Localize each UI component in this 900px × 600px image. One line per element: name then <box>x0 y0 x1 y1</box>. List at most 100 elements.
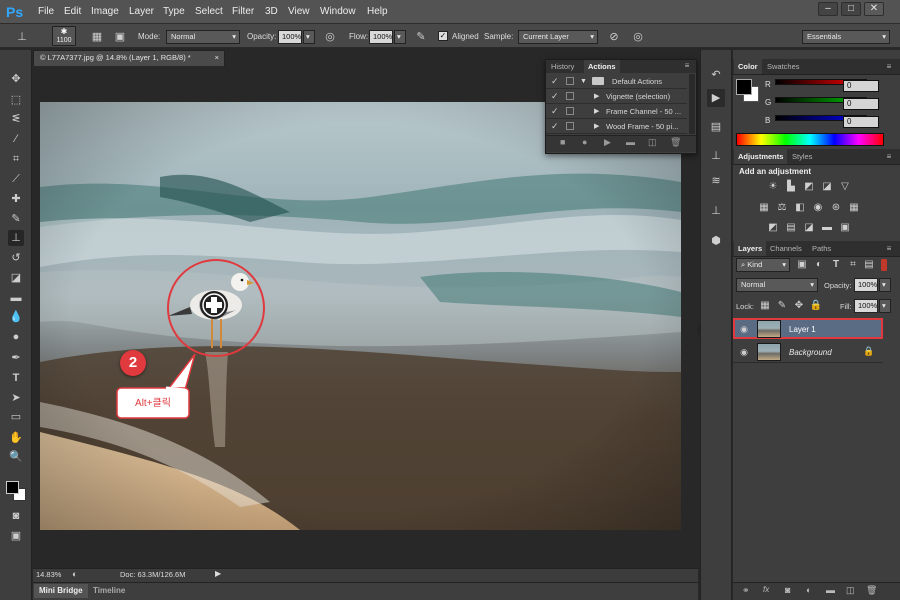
tab-styles[interactable]: Styles <box>788 149 816 164</box>
history-brush-icon[interactable]: ↺ <box>8 250 24 266</box>
sample-dropdown[interactable]: Current Layer ▾ <box>518 30 598 44</box>
black-white-icon[interactable]: ◧ <box>793 202 807 214</box>
link-layers-icon[interactable]: ⚭ <box>742 585 750 596</box>
panel-menu-icon[interactable]: ≡ <box>680 61 694 71</box>
tab-paths[interactable]: Paths <box>808 241 835 256</box>
toggle-check-icon[interactable]: ✓ <box>551 119 561 134</box>
airbrush-icon[interactable]: ✎ <box>413 29 429 45</box>
menu-edit[interactable]: Edit <box>64 6 81 17</box>
actions-panel-icon[interactable]: ▶ <box>707 89 725 107</box>
blue-value-input[interactable]: 0 <box>843 116 879 128</box>
expand-triangle-icon[interactable]: ▶ <box>594 104 599 119</box>
aligned-checkbox[interactable]: ✓ <box>438 31 448 41</box>
mode-dropdown[interactable]: Normal ▾ <box>166 30 240 44</box>
levels-icon[interactable]: ▙ <box>784 181 798 193</box>
shape-icon[interactable]: ▭ <box>8 409 24 425</box>
dialog-toggle-box[interactable] <box>566 122 574 130</box>
lock-pixels-icon[interactable]: ✎ <box>775 300 789 312</box>
restore-button[interactable]: □ <box>841 2 861 16</box>
new-action-icon[interactable]: ◫ <box>648 137 657 148</box>
panel-menu-icon[interactable]: ≡ <box>882 244 896 254</box>
history-panel-icon[interactable]: ↶ <box>707 66 725 84</box>
blur-icon[interactable]: 💧 <box>8 309 24 325</box>
stop-icon[interactable]: ■ <box>560 137 565 147</box>
clone-source-panel-icon[interactable]: ⊥ <box>707 147 725 165</box>
menu-file[interactable]: File <box>38 6 54 17</box>
expand-triangle-icon[interactable]: ▼ <box>580 74 587 89</box>
photo-canvas[interactable] <box>40 102 681 530</box>
invert-icon[interactable]: ◩ <box>766 222 780 234</box>
eraser-icon[interactable]: ◪ <box>8 270 24 286</box>
hand-icon[interactable]: ✋ <box>8 430 24 446</box>
quick-mask-icon[interactable]: ◙ <box>8 508 24 524</box>
tab-mini-bridge[interactable]: Mini Bridge <box>34 584 88 598</box>
screen-mode-icon[interactable]: ▣ <box>8 528 24 544</box>
opacity-input[interactable]: 100% <box>278 30 302 44</box>
menu-3d[interactable]: 3D <box>265 6 278 17</box>
menu-view[interactable]: View <box>288 6 310 17</box>
actions-scrollbar[interactable] <box>689 74 695 134</box>
toggle-check-icon[interactable]: ✓ <box>551 104 561 119</box>
pen-icon[interactable]: ✒ <box>8 350 24 366</box>
type-icon[interactable]: T <box>8 370 24 386</box>
ignore-adjustment-layers-icon[interactable]: ⊘ <box>606 29 622 45</box>
tab-history[interactable]: History <box>547 60 578 73</box>
pressure-size-icon[interactable]: ◎ <box>630 29 646 45</box>
tab-timeline[interactable]: Timeline <box>88 584 130 598</box>
color-lookup-icon[interactable]: ▦ <box>847 202 861 214</box>
green-value-input[interactable]: 0 <box>843 98 879 110</box>
layer-opacity-dropdown[interactable]: ▾ <box>879 278 891 292</box>
tab-layers[interactable]: Layers <box>734 241 767 256</box>
dialog-toggle-box[interactable] <box>566 107 574 115</box>
gradient-icon[interactable]: ▬ <box>8 290 24 306</box>
brush-preset-picker[interactable]: ✱ 1100 <box>52 26 76 46</box>
close-button[interactable]: ✕ <box>864 2 884 16</box>
layer-opacity-input[interactable]: 100% <box>854 278 878 292</box>
info-panel-icon[interactable]: ▤ <box>707 118 725 136</box>
color-spectrum-ramp[interactable] <box>736 133 884 146</box>
color-fg-swatch[interactable] <box>736 79 752 95</box>
crop-icon[interactable]: ⌗ <box>8 151 24 167</box>
panel-menu-icon[interactable]: ≡ <box>882 152 896 162</box>
brush-presets-panel-icon[interactable]: ≋ <box>707 172 725 190</box>
play-icon[interactable]: ▶ <box>604 137 611 148</box>
3d-panel-icon[interactable]: ⬢ <box>707 232 725 250</box>
photo-filter-icon[interactable]: ◉ <box>811 202 825 214</box>
dialog-toggle-box[interactable] <box>566 77 574 85</box>
share-icon[interactable]: ◐ <box>72 569 84 580</box>
menu-image[interactable]: Image <box>91 6 119 17</box>
trash-icon[interactable]: 🗑 <box>670 137 681 148</box>
filter-pixel-icon[interactable]: ▣ <box>795 259 809 271</box>
minimize-button[interactable]: – <box>818 2 838 16</box>
eyedropper-icon[interactable]: ⟋ <box>8 171 24 187</box>
toggle-check-icon[interactable]: ✓ <box>551 89 561 104</box>
vibrance-icon[interactable]: ▽ <box>838 181 852 193</box>
dialog-toggle-box[interactable] <box>566 92 574 100</box>
record-icon[interactable]: ● <box>582 137 587 147</box>
opacity-dropdown-button[interactable]: ▾ <box>303 30 315 44</box>
filter-smart-object-icon[interactable]: ▤ <box>862 259 876 271</box>
clone-stamp-icon[interactable]: ⊥ <box>8 230 24 246</box>
channel-mixer-icon[interactable]: ⊛ <box>829 202 843 214</box>
posterize-icon[interactable]: ▤ <box>784 222 798 234</box>
exposure-icon[interactable]: ◪ <box>820 181 834 193</box>
tab-swatches[interactable]: Swatches <box>763 59 804 74</box>
toggle-brush-panel-icon[interactable]: ▦ <box>89 29 105 45</box>
close-tab-icon[interactable]: × <box>215 51 219 65</box>
threshold-icon[interactable]: ◪ <box>802 222 816 234</box>
fill-input[interactable]: 100% <box>854 299 878 313</box>
eye-icon[interactable]: ◉ <box>738 346 750 358</box>
lock-transparency-icon[interactable]: ▦ <box>758 300 772 312</box>
workspace-dropdown[interactable]: Essentials ▾ <box>802 30 890 44</box>
expand-triangle-icon[interactable]: ▶ <box>594 119 599 134</box>
new-layer-icon[interactable]: ◫ <box>846 585 855 596</box>
new-set-folder-icon[interactable]: ▬ <box>626 137 635 147</box>
dodge-icon[interactable]: ● <box>8 329 24 345</box>
menu-help[interactable]: Help <box>367 6 388 17</box>
fill-dropdown[interactable]: ▾ <box>879 299 891 313</box>
status-menu-arrow-icon[interactable]: ▶ <box>215 569 221 578</box>
delete-layer-icon[interactable]: 🗑 <box>866 585 877 596</box>
tool-presets-panel-icon[interactable]: ⊥ <box>707 202 725 220</box>
color-balance-icon[interactable]: ⚖ <box>775 202 789 214</box>
group-folder-icon[interactable]: ▬ <box>826 585 835 595</box>
